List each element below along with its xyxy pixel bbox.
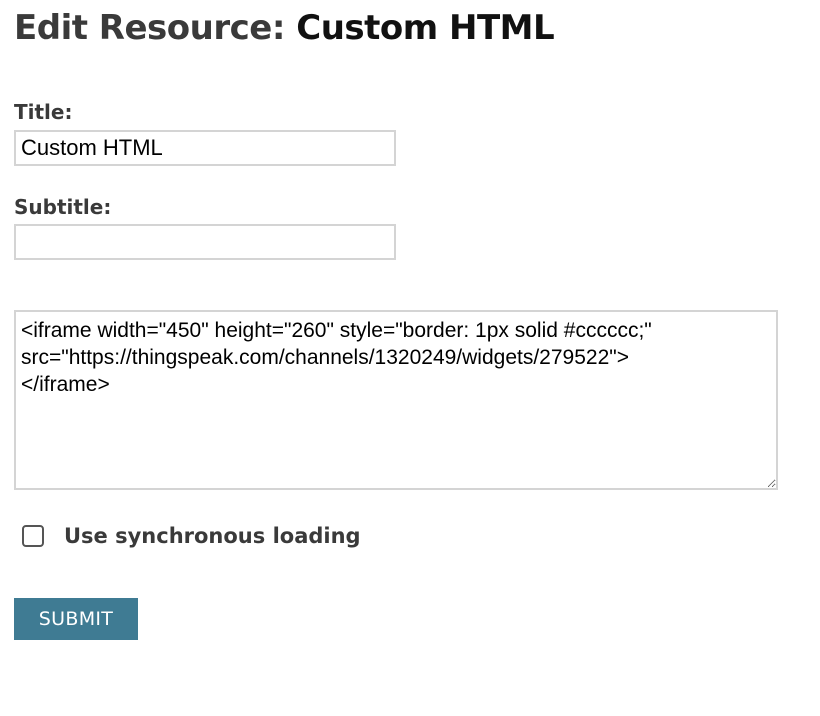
html-code-textarea[interactable]: <iframe width="450" height="260" style="… [14,310,778,490]
subtitle-input[interactable] [14,224,396,260]
sync-loading-label[interactable]: Use synchronous loading [64,524,361,548]
page-title-prefix: Edit Resource: [14,8,297,48]
title-label: Title: [14,100,73,124]
sync-loading-option: Use synchronous loading [22,520,361,552]
title-input[interactable] [14,130,396,166]
sync-loading-checkbox[interactable] [22,525,44,547]
submit-button[interactable]: SUBMIT [14,598,138,640]
page-title: Edit Resource: Custom HTML [14,6,555,50]
subtitle-label: Subtitle: [14,195,112,219]
page-title-resource-name: Custom HTML [296,8,555,48]
